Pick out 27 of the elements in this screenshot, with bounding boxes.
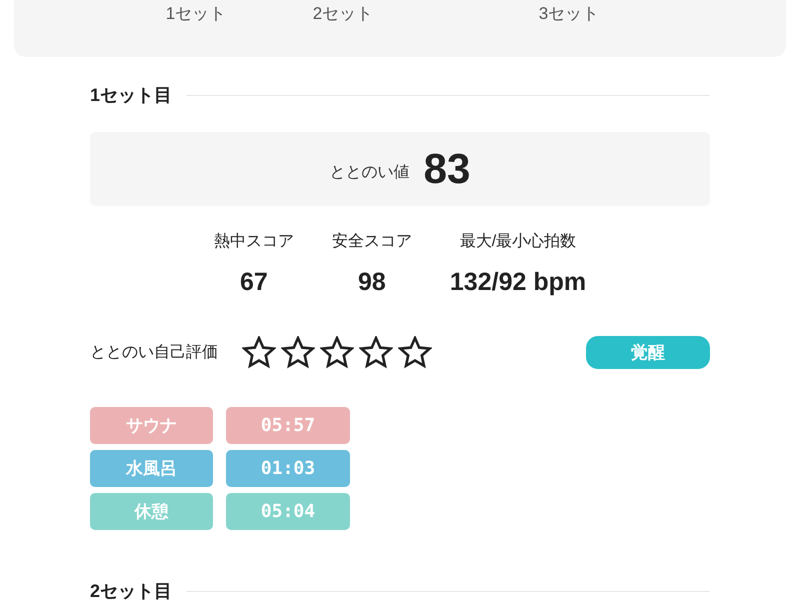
phase-duration: 05:04 [226,493,350,530]
phase-duration: 01:03 [226,450,350,487]
star-icon[interactable] [281,336,315,369]
rating-label: ととのい自己評価 [90,342,218,362]
score-label: ととのい値 [330,163,410,183]
stat-label: 安全スコア [332,232,412,252]
stat-value: 98 [358,267,386,297]
star-rating[interactable] [242,336,432,369]
section-heading: 2セット目 [90,580,172,600]
axis-label: 3セット [538,3,600,25]
stat-value: 67 [240,267,268,297]
section-heading: 1セット目 [90,84,172,107]
axis-label: 2セット [312,3,374,25]
stat-label: 最大/最小心拍数 [460,232,576,252]
star-icon[interactable] [320,336,354,369]
phase-tag: サウナ [90,407,213,444]
status-button[interactable]: 覚醒 [586,336,710,369]
star-icon[interactable] [242,336,276,369]
phase-tag: 休憩 [90,493,213,530]
axis-label: 1セット [164,3,228,25]
star-icon[interactable] [398,336,432,369]
score-value: 83 [424,145,470,193]
phase-tag: 水風呂 [90,450,213,487]
star-icon[interactable] [359,336,393,369]
stat-label: 熱中スコア [214,232,294,252]
stat-value: 132/92 bpm [450,267,586,297]
phase-duration: 05:57 [226,407,350,444]
